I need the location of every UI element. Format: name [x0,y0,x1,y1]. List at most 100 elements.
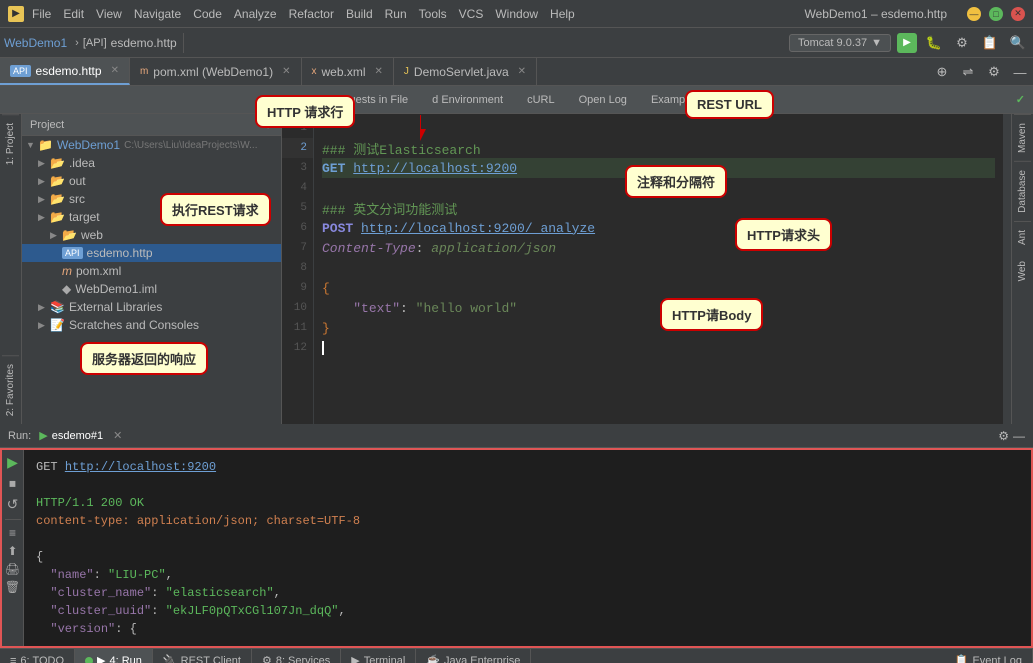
run-version-key: "version" [50,622,115,636]
recent-files-btn[interactable]: ⊕ [931,61,953,83]
tab-web-icon: x [312,66,317,77]
project-panel-label[interactable]: 1: Project [2,114,19,173]
run-scroll-top-btn[interactable]: ⬆ [7,544,17,558]
project-tree-title: Project [30,119,64,131]
favorites-panel-label[interactable]: 2: Favorites [2,355,19,424]
tree-item-pom[interactable]: m pom.xml [22,262,281,280]
tree-label-web: web [81,228,103,242]
tree-target-icon: 📂 [50,210,65,224]
tree-label-src: src [69,192,85,206]
tree-item-scratches[interactable]: ▶ 📝 Scratches and Consoles [22,316,281,334]
tab-close-esdemo[interactable]: ✕ [111,65,119,76]
code-line-5: ### 英文分词功能测试 [322,198,995,218]
run-button[interactable]: ▶ [897,33,917,53]
run-print-btn[interactable]: 🖨 [5,562,20,576]
tab-java-enterprise[interactable]: ☕ Java Enterprise [416,649,531,663]
tree-item-web[interactable]: ▶ 📂 web [22,226,281,244]
curl-btn[interactable]: cURL [519,92,563,108]
tomcat-dropdown[interactable]: Tomcat 9.0.37 ▼ [789,34,891,52]
annotation-comment-separator: 注释和分隔符 [625,165,727,198]
menu-window[interactable]: Window [495,7,538,21]
run-play-btn[interactable]: ▶ [7,454,18,471]
tree-arrow-webdemo1: ▼ [26,140,38,150]
run-get-url[interactable]: http://localhost:9200 [65,460,216,474]
code-editor[interactable]: 1 2 3 4 5 6 7 8 9 10 11 12 ### 测试Elastic… [282,114,1011,424]
tab-rest-client[interactable]: 🔌 REST Client [153,649,252,663]
ant-panel-label[interactable]: Ant [1014,221,1031,253]
tree-item-ext-libs[interactable]: ▶ 📚 External Libraries [22,298,281,316]
menu-view[interactable]: View [96,7,122,21]
menu-bar: File Edit View Navigate Code Analyze Ref… [32,7,784,21]
toolbar-icon-1[interactable]: ⚙ [951,32,973,54]
line-num-9: 9 [282,278,313,298]
menu-run[interactable]: Run [385,7,407,21]
menu-vcs[interactable]: VCS [459,7,484,21]
menu-help[interactable]: Help [550,7,575,21]
open-log-btn[interactable]: Open Log [571,92,635,108]
run-colon-1: : [94,568,108,582]
menu-navigate[interactable]: Navigate [134,7,181,21]
menu-refactor[interactable]: Refactor [289,7,334,21]
event-log-label: Event Log [972,655,1022,663]
maven-panel-label[interactable]: Maven [1014,114,1031,161]
tab-esdemo[interactable]: API esdemo.http ✕ [0,58,130,85]
run-filter-btn[interactable]: ≡ [9,526,16,540]
run-stop-btn[interactable]: ⏹ [9,475,16,492]
debug-button[interactable]: 🐛 [923,32,945,54]
tree-label-esdemo: esdemo.http [87,246,153,260]
tree-item-idea[interactable]: ▶ 📂 .idea [22,154,281,172]
java-enterprise-icon: ☕ [426,654,440,663]
json-colon: : [400,301,416,316]
web-panel-label[interactable]: Web [1014,253,1031,289]
run-minimize-icon[interactable]: — [1013,429,1025,443]
tab-todo[interactable]: ≡ 6: TODO [0,649,75,663]
tab-close-pom[interactable]: ✕ [282,66,290,77]
run-tab-icon-2: ▶ [97,654,105,663]
window-title: WebDemo1 – esdemo.http [804,7,947,21]
tree-item-esdemo[interactable]: API esdemo.http [22,244,281,262]
tab-close-web[interactable]: ✕ [375,66,383,77]
menu-file[interactable]: File [32,7,51,21]
run-get-method: GET [36,460,65,474]
toolbar-icon-2[interactable]: 📋 [979,32,1001,54]
tree-item-webdemo1[interactable]: ▼ 📁 WebDemo1 C:\Users\Liu\IdeaProjects\W… [22,136,281,154]
tree-item-iml[interactable]: ◆ WebDemo1.iml [22,280,281,298]
run-rerun-btn[interactable]: ↺ [7,496,19,513]
right-side-panel: Maven Database Ant Web [1011,114,1033,424]
menu-build[interactable]: Build [346,7,373,21]
toolbar-icon-3[interactable]: 🔍 [1007,32,1029,54]
run-settings-icon[interactable]: ⚙ [998,429,1009,443]
terminal-label: Terminal [364,655,406,663]
tab-web[interactable]: x web.xml ✕ [302,58,394,85]
menu-code[interactable]: Code [193,7,222,21]
close-editor-btn[interactable]: — [1009,61,1031,83]
gear-btn[interactable]: ⚙ [983,61,1005,83]
tab-pom[interactable]: m pom.xml (WebDemo1) ✕ [130,58,302,85]
tree-label-target: target [69,210,100,224]
tab-services[interactable]: ⚙ 8: Services [252,649,341,663]
code-content[interactable]: ### 测试Elasticsearch GET http://localhost… [314,114,1003,424]
menu-analyze[interactable]: Analyze [234,7,277,21]
tab-servlet[interactable]: J DemoServlet.java ✕ [394,58,537,85]
menu-tools[interactable]: Tools [419,7,447,21]
minimize-button[interactable]: — [967,7,981,21]
tab-close-servlet[interactable]: ✕ [518,66,526,77]
run-tab-close[interactable]: ✕ [113,429,122,442]
split-btn[interactable]: ⇌ [957,61,979,83]
event-log-icon: 📋 [955,654,969,663]
tree-out-icon: 📂 [50,174,65,188]
tab-run[interactable]: ▶ 4: Run [75,649,153,663]
menu-edit[interactable]: Edit [63,7,84,21]
tree-item-out[interactable]: ▶ 📂 out [22,172,281,190]
run-tab-esdemo[interactable]: ▶ esdemo#1 ✕ [39,429,122,442]
annotation-server-response: 服务器返回的响应 [80,342,208,375]
tab-terminal[interactable]: ▶ Terminal [341,649,416,663]
environment-btn[interactable]: d Environment [424,92,511,108]
close-button[interactable]: ✕ [1011,7,1025,21]
run-blank-2 [36,530,1019,548]
run-indent-1 [36,568,50,582]
maximize-button[interactable]: □ [989,7,1003,21]
run-trash-btn[interactable]: 🗑 [5,580,20,594]
tab-event-log[interactable]: 📋 Event Log [945,649,1033,663]
database-panel-label[interactable]: Database [1014,161,1031,221]
